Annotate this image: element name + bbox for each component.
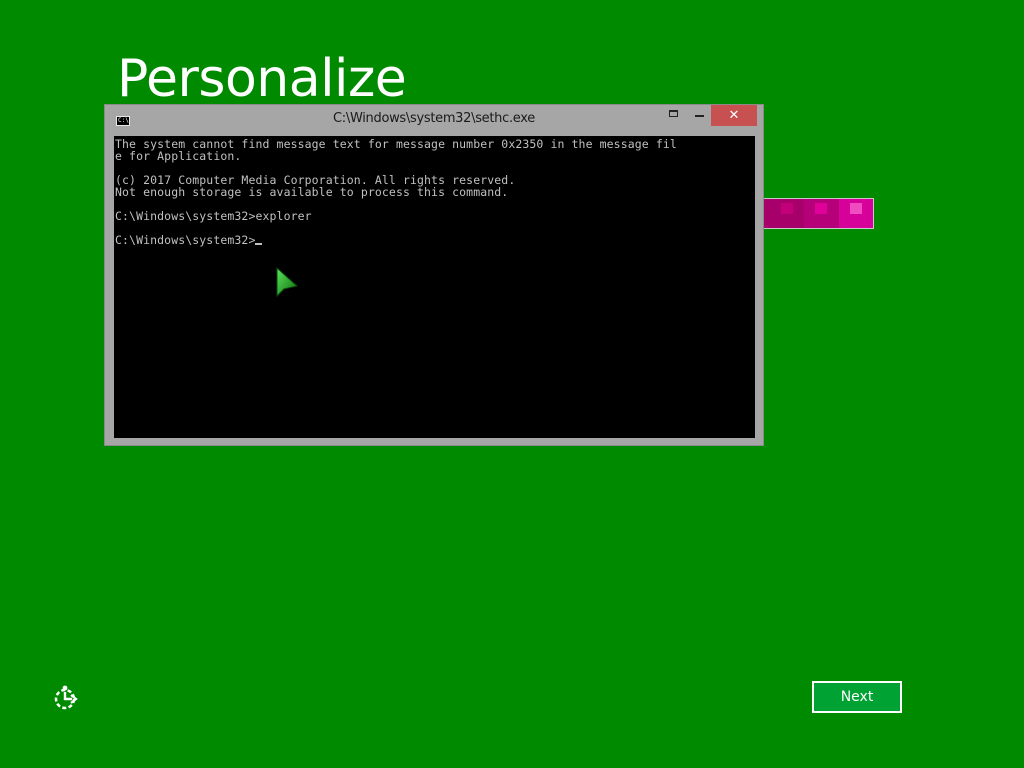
minimize-icon <box>695 115 704 117</box>
console-titlebar[interactable]: C:\ C:\Windows\system32\sethc.exe ✕ <box>105 105 763 136</box>
console-line: C:\Windows\system32>explorer <box>115 209 312 223</box>
console-window[interactable]: C:\ C:\Windows\system32\sethc.exe ✕ The … <box>104 104 764 446</box>
console-prompt: C:\Windows\system32> <box>115 233 256 247</box>
mouse-pointer-icon <box>276 266 299 298</box>
console-cursor <box>255 243 263 245</box>
color-swatch[interactable] <box>769 199 805 228</box>
swatch-chip <box>815 203 828 214</box>
color-swatch[interactable] <box>804 199 839 228</box>
console-prompt-line[interactable]: C:\Windows\system32> <box>115 234 755 246</box>
console-output: The system cannot find message text for … <box>114 136 755 246</box>
swatch-chip <box>781 203 794 214</box>
minimize-button[interactable] <box>686 105 712 126</box>
next-button[interactable]: Next <box>812 681 902 713</box>
console-line: Not enough storage is available to proce… <box>115 185 509 199</box>
color-swatch[interactable] <box>838 199 874 228</box>
maximize-button[interactable] <box>660 105 686 126</box>
page-title: Personalize <box>117 49 407 109</box>
console-line: e for Application. <box>115 149 242 163</box>
swatch-chip <box>849 203 862 214</box>
maximize-icon <box>669 110 678 117</box>
console-output-area[interactable]: The system cannot find message text for … <box>114 136 755 438</box>
ease-of-access-icon[interactable] <box>52 684 80 712</box>
close-button[interactable]: ✕ <box>711 105 757 126</box>
close-icon: ✕ <box>728 108 740 123</box>
